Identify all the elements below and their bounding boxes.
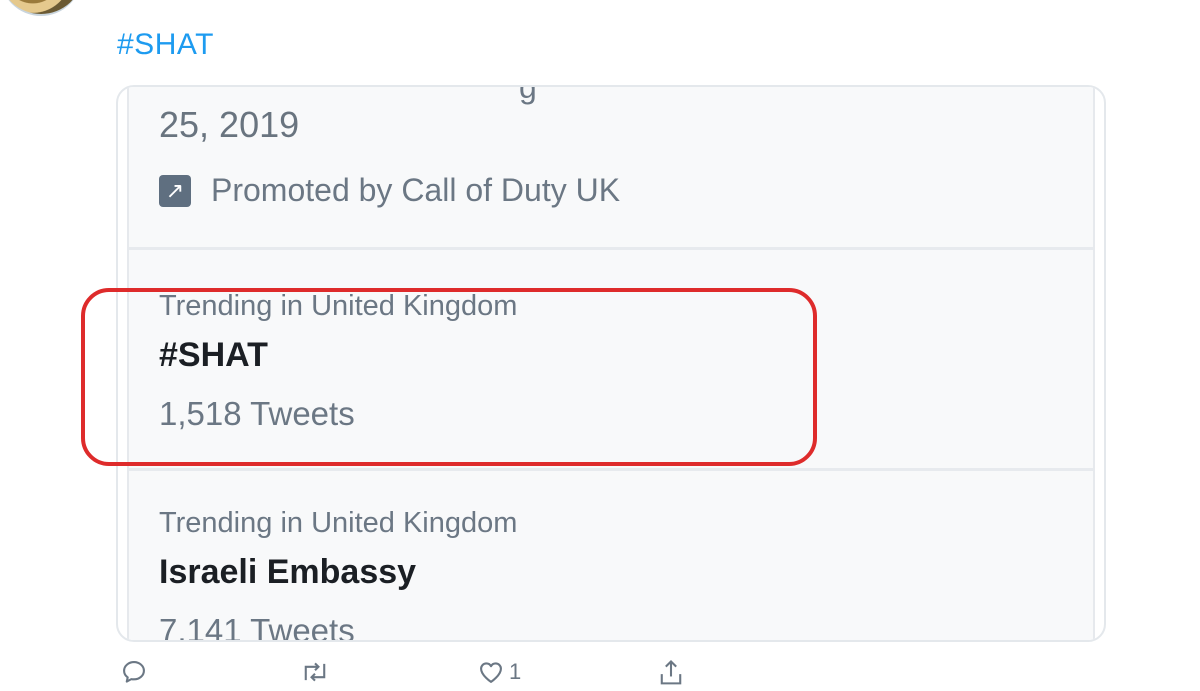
like-button[interactable]: 1 xyxy=(477,658,521,686)
share-button[interactable] xyxy=(657,658,685,688)
trend-content: Trending in United Kingdom #SHAT 1,518 T… xyxy=(159,290,517,433)
like-count: 1 xyxy=(509,659,522,684)
trend-context: Trending in United Kingdom xyxy=(159,507,518,539)
trend-item-shat[interactable]: Trending in United Kingdom #SHAT 1,518 T… xyxy=(129,250,1093,468)
trends-panel: g 25, 2019 ↗ Promoted by Call of Duty UK… xyxy=(127,87,1095,640)
reply-icon xyxy=(123,661,145,683)
tweet-page: #SHAT g 25, 2019 ↗ Promoted by Call of D… xyxy=(0,0,1200,691)
heart-icon xyxy=(480,662,502,683)
cut-off-text: g xyxy=(519,85,537,105)
trend-name[interactable]: #SHAT xyxy=(159,336,517,375)
trend-content: Trending in United Kingdom Israeli Embas… xyxy=(159,507,518,642)
promoted-arrow-icon: ↗ xyxy=(159,174,191,207)
trend-name[interactable]: Israeli Embassy xyxy=(159,553,517,592)
retweet-icon xyxy=(304,662,326,682)
trend-item-israeli-embassy[interactable]: Trending in United Kingdom Israeli Embas… xyxy=(129,471,1093,640)
trend-context: Trending in United Kingdom xyxy=(159,290,518,322)
promoted-row: ↗ Promoted by Call of Duty UK xyxy=(159,172,620,209)
trend-tweet-count: 1,518 Tweets xyxy=(159,395,355,432)
reply-button[interactable] xyxy=(120,658,148,686)
trend-tweet-count: 7,141 Tweets xyxy=(159,612,355,642)
avatar[interactable] xyxy=(0,0,82,16)
screenshot-card[interactable]: g 25, 2019 ↗ Promoted by Call of Duty UK… xyxy=(116,85,1106,642)
promoted-by-text: Promoted by Call of Duty UK xyxy=(211,172,621,208)
promoted-date: 25, 2019 xyxy=(159,104,300,145)
tweet-actions: 1 xyxy=(0,656,1200,691)
tweet-hashtag-link[interactable]: #SHAT xyxy=(117,28,214,62)
share-icon xyxy=(660,659,682,685)
retweet-button[interactable] xyxy=(300,658,330,686)
promoted-trend[interactable]: g 25, 2019 ↗ Promoted by Call of Duty UK xyxy=(129,87,1093,247)
